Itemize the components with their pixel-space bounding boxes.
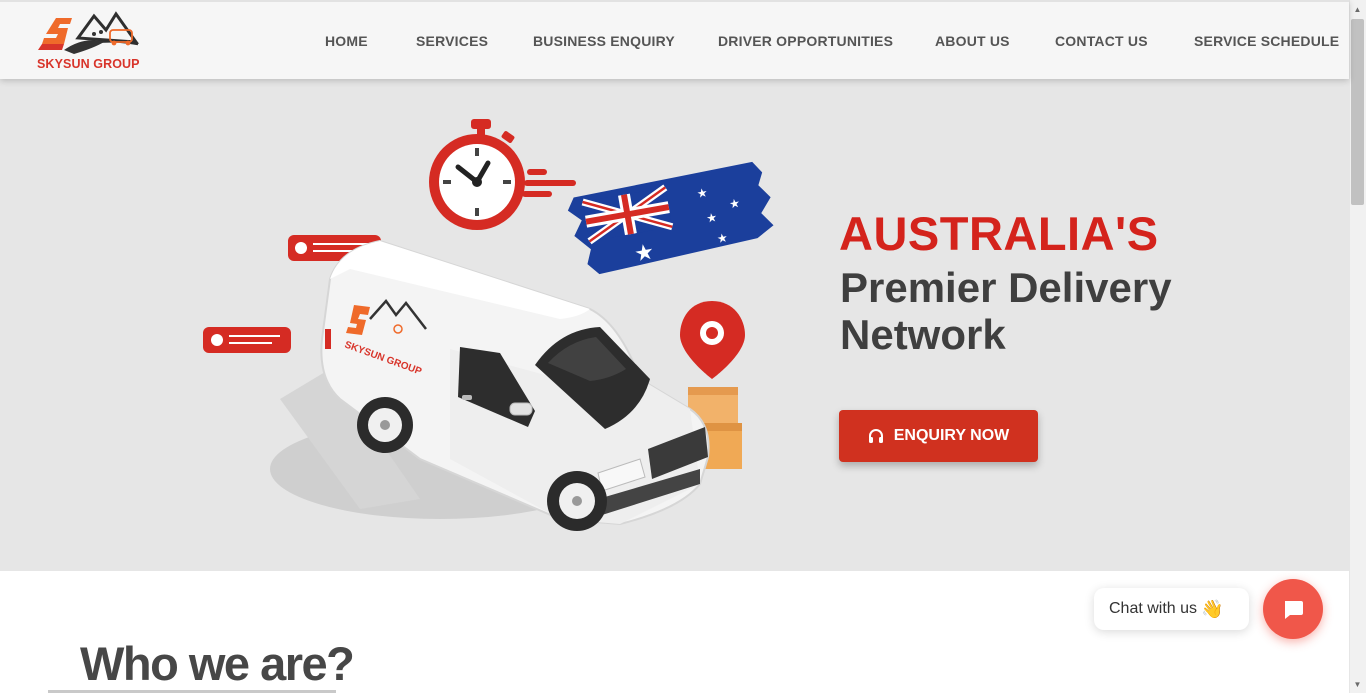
chat-button[interactable]: [1263, 579, 1323, 639]
hero-section: ★ ★ ★ ★ ★ SKYSUN GROUP AUSTRALIA'S Premi…: [0, 79, 1349, 571]
scroll-up-icon[interactable]: ▲: [1352, 4, 1363, 15]
delivery-van-illustration: ★ ★ ★ ★ ★ SKYSUN GROUP: [203, 119, 774, 531]
australian-flag: ★ ★ ★ ★ ★: [567, 161, 774, 275]
stopwatch-icon: [429, 119, 576, 230]
nav-contact-us[interactable]: CONTACT US: [1055, 33, 1148, 49]
nav-home[interactable]: HOME: [325, 33, 368, 49]
scrollbar-thumb[interactable]: [1351, 19, 1364, 205]
scroll-down-icon[interactable]: ▼: [1352, 679, 1363, 690]
chat-prompt-label: Chat with us: [1109, 600, 1198, 617]
chat-prompt[interactable]: Chat with us 👋: [1094, 588, 1249, 630]
section-title: Who we are?: [80, 637, 355, 690]
nav-service-schedule[interactable]: SERVICE SCHEDULE: [1194, 33, 1339, 49]
headphones-icon: [868, 429, 883, 443]
logo-text: SKYSUN GROUP: [37, 57, 140, 71]
nav-about-us[interactable]: ABOUT US: [935, 33, 1010, 49]
nav-driver-opportunities[interactable]: DRIVER OPPORTUNITIES: [718, 33, 893, 49]
nav-business-enquiry[interactable]: BUSINESS ENQUIRY: [533, 33, 675, 49]
site-header: SKYSUN GROUP HOME SERVICES BUSINESS ENQU…: [0, 0, 1349, 79]
hero-headline: AUSTRALIA'S: [839, 207, 1159, 260]
location-pin-icon: [680, 301, 745, 379]
waving-hand-icon: 👋: [1201, 598, 1224, 619]
hero-subheadline: Premier Delivery Network: [840, 264, 1172, 358]
chat-icon: [1285, 601, 1303, 619]
enquiry-now-label: ENQUIRY NOW: [893, 427, 1010, 444]
nav-services[interactable]: SERVICES: [416, 33, 488, 49]
enquiry-now-button[interactable]: ENQUIRY NOW: [839, 410, 1038, 462]
main-nav: HOME SERVICES BUSINESS ENQUIRY DRIVER OP…: [0, 33, 1349, 53]
